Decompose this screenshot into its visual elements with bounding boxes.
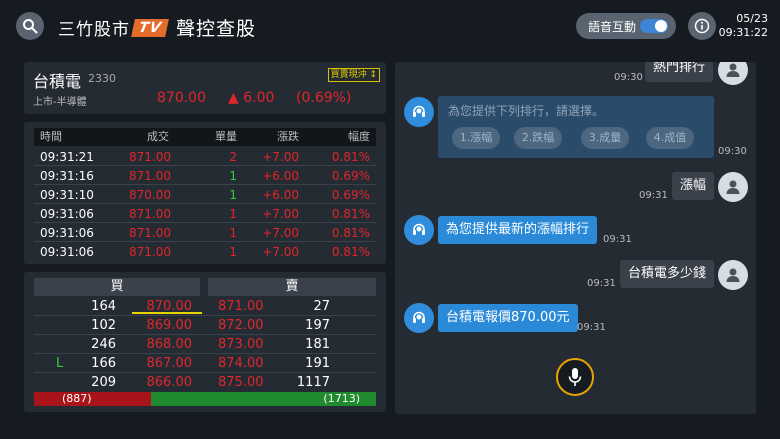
stock-code: 2330	[88, 72, 116, 85]
tick-row: 09:31:10 870.00 1 +6.00 0.69%	[34, 186, 376, 204]
bot-avatar	[404, 215, 434, 245]
col-percent: 幅度	[348, 130, 370, 143]
ranking-options-card: 為您提供下列排行，請選擇。 1.漲幅 2.跌幅 3.成量 4.成值	[438, 96, 714, 158]
tick-list-panel: 時間 成交 單量 漲跌 幅度 09:31:21 871.00 2 +7.00 0…	[24, 122, 386, 264]
tick-row: 09:31:21 871.00 2 +7.00 0.81%	[34, 148, 376, 166]
buy-header: 買	[34, 278, 200, 296]
stock-quote-panel: 台積電 2330 上市-半導體 買賣現沖 ↕ 870.00 ▲ 6.00 (0.…	[24, 62, 386, 114]
tick-row: 09:31:06 871.00 1 +7.00 0.81%	[40, 245, 370, 259]
user-icon	[726, 268, 740, 282]
option-value[interactable]: 4.成值	[646, 127, 694, 149]
message-time: 09:31	[603, 234, 632, 245]
message-time: 09:30	[718, 146, 747, 157]
tick-row: 09:31:06 871.00 1 +7.00 0.81%	[34, 224, 376, 242]
brand-tv-badge: TV	[131, 18, 170, 37]
message-time: 09:31	[587, 278, 616, 289]
sell-ratio: (1713)	[150, 392, 376, 406]
voice-interaction-toggle[interactable]: 語音互動	[576, 13, 676, 39]
tick-row: 09:31:16 871.00 1 +6.00 0.69%	[34, 167, 376, 185]
bot-avatar	[404, 303, 434, 333]
user-message: 熱門排行	[645, 62, 714, 82]
stock-price: 870.00	[157, 90, 206, 106]
message-time: 09:31	[577, 322, 606, 333]
current-time: 09:31:22	[718, 26, 768, 39]
col-volume: 單量	[215, 130, 237, 143]
info-icon	[694, 18, 710, 34]
user-icon	[726, 180, 740, 194]
brand-name: 三竹股市	[58, 20, 130, 40]
col-time: 時間	[40, 130, 62, 143]
current-date: 05/23	[736, 12, 768, 25]
message-time: 09:31	[639, 190, 668, 201]
option-volume[interactable]: 3.成量	[581, 127, 629, 149]
buy-sell-ratio-bar: (887) (1713)	[34, 392, 376, 406]
tick-row: 09:31:06 871.00 1 +7.00 0.81%	[34, 205, 376, 223]
headset-icon	[413, 105, 425, 117]
price-change-percent: (0.69%)	[296, 90, 352, 106]
headset-icon	[413, 223, 425, 235]
bot-message: 為您提供最新的漲幅排行	[438, 216, 598, 244]
sell-header: 賣	[208, 278, 376, 296]
voice-chat-panel: 熱門排行 09:30 為您提供下列排行，請選擇。 1.漲幅 2.跌幅 3.成量 …	[395, 62, 756, 414]
order-book-row: 102 869.00 872.00 197	[34, 316, 376, 335]
app-header: 三竹股市 TV 聲控查股 語音互動 05/23 09:31:22	[0, 0, 780, 52]
page-title: 聲控查股	[176, 18, 257, 40]
options-prompt: 為您提供下列排行，請選擇。	[448, 104, 605, 118]
toggle-switch[interactable]	[640, 19, 668, 33]
user-avatar	[718, 172, 748, 202]
app-logo: 三竹股市 TV	[58, 15, 170, 40]
price-change: ▲ 6.00	[228, 90, 275, 106]
bot-message: 台積電報價870.00元	[438, 304, 578, 332]
day-trade-badge: 買賣現沖 ↕	[327, 68, 380, 82]
buy-ratio: (887)	[34, 392, 151, 406]
microphone-button[interactable]	[556, 358, 594, 396]
user-avatar	[718, 260, 748, 290]
user-avatar	[718, 62, 748, 85]
user-message: 漲幅	[672, 172, 715, 200]
order-book-row: L 166 867.00 874.00 191	[34, 354, 376, 373]
message-time: 09:30	[614, 72, 643, 83]
option-rise[interactable]: 1.漲幅	[452, 127, 500, 149]
option-fall[interactable]: 2.跌幅	[514, 127, 562, 149]
tick-table-header: 時間 成交 單量 漲跌 幅度	[34, 128, 376, 146]
stock-name: 台積電	[33, 72, 82, 91]
bot-avatar	[404, 97, 434, 127]
limit-flag: L	[56, 356, 64, 371]
order-book-panel: 買 賣 164 870.00 871.00 27 102 869.00 872.…	[24, 272, 386, 412]
search-button[interactable]	[16, 12, 44, 40]
user-message: 台積電多少錢	[620, 260, 715, 288]
up-arrow-icon: ▲	[228, 90, 239, 106]
clock: 05/23 09:31:22	[719, 12, 768, 40]
order-book-row: 164 870.00 871.00 27	[34, 297, 376, 316]
order-book-row: 209 866.00 875.00 1117	[91, 375, 330, 390]
headset-icon	[413, 311, 425, 323]
info-button[interactable]	[688, 12, 716, 40]
search-icon	[23, 19, 38, 34]
col-price: 成交	[147, 130, 169, 143]
voice-toggle-label: 語音互動	[588, 19, 637, 34]
order-book-row: 246 868.00 873.00 181	[34, 335, 376, 354]
user-icon	[726, 63, 740, 77]
stock-sector: 上市-半導體	[33, 97, 87, 108]
best-bid-marker	[132, 312, 202, 314]
microphone-icon	[568, 368, 582, 386]
col-change: 漲跌	[277, 130, 299, 143]
